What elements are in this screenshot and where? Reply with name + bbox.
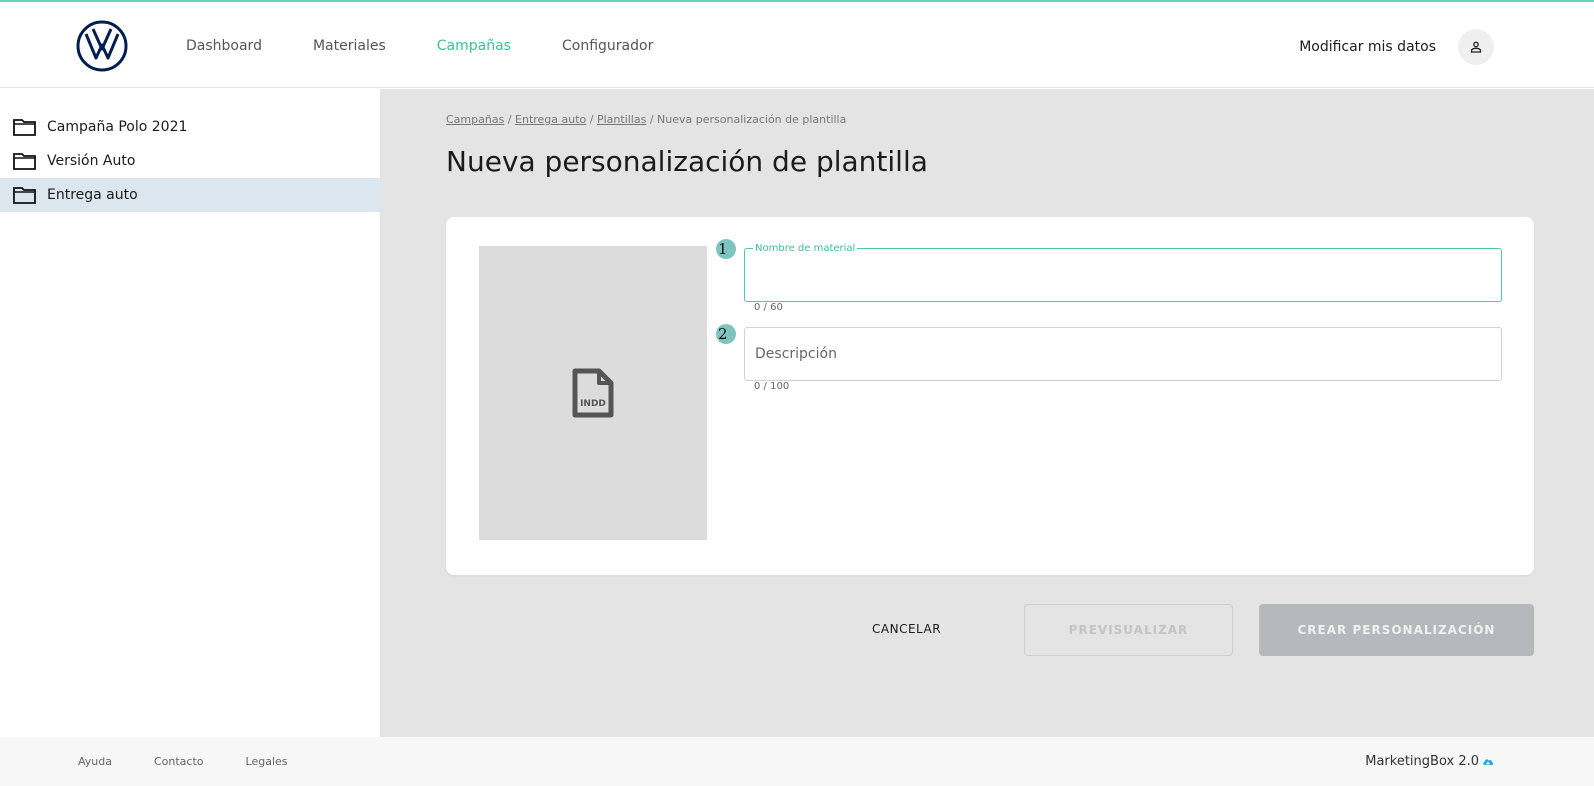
material-name-field[interactable]: Nombre de material [744,243,1502,302]
create-customization-button[interactable]: CREAR PERSONALIZACIÓN [1259,604,1534,656]
vw-logo[interactable] [76,20,128,72]
app-footer: Ayuda Contacto Legales MarketingBox 2.0 [0,737,1594,786]
folder-icon [13,187,36,204]
sidebar-item-label: Campaña Polo 2021 [47,119,188,135]
step-badge-1: 1 [716,239,736,259]
nav-materiales[interactable]: Materiales [313,38,386,54]
indd-label: INDD [580,399,606,409]
material-name-label: Nombre de material [753,243,858,254]
breadcrumb-separator: / [646,113,658,126]
description-field[interactable]: Descripción [744,327,1502,381]
main-nav: Dashboard Materiales Campañas Configurad… [186,38,704,54]
step-badge-2: 2 [716,324,736,344]
sidebar-item-label: Entrega auto [47,187,138,203]
sidebar: Campaña Polo 2021 Versión Auto Entrega a… [0,89,381,737]
template-preview: INDD [479,246,707,540]
sidebar-item-campana-polo-2021[interactable]: Campaña Polo 2021 [0,110,381,144]
description-counter: 0 / 100 [754,381,790,392]
cancel-button[interactable]: CANCELAR [872,622,941,636]
breadcrumb-link-campanas[interactable]: Campañas [446,113,504,126]
footer-links: Ayuda Contacto Legales [78,755,330,768]
breadcrumb-link-entrega-auto[interactable]: Entrega auto [515,113,586,126]
modify-profile-link[interactable]: Modificar mis datos [1299,39,1436,55]
nav-campanas[interactable]: Campañas [437,38,511,54]
sidebar-item-entrega-auto[interactable]: Entrega auto [0,178,381,212]
cloud-upload-icon [1483,758,1494,766]
folder-icon [13,119,36,136]
user-area: Modificar mis datos [1299,29,1494,65]
sidebar-item-label: Versión Auto [47,153,136,169]
main-content: Campañas / Entrega auto / Plantillas / N… [381,89,1594,737]
footer-link-legales[interactable]: Legales [246,755,288,768]
breadcrumb-separator: / [586,113,597,126]
preview-button[interactable]: PREVISUALIZAR [1024,604,1233,656]
person-icon [1470,41,1482,53]
description-placeholder: Descripción [755,346,837,362]
page-title: Nueva personalización de plantilla [446,145,928,178]
user-button[interactable] [1458,29,1494,65]
nav-dashboard[interactable]: Dashboard [186,38,262,54]
app-header: Dashboard Materiales Campañas Configurad… [0,2,1594,88]
breadcrumb-current: Nueva personalización de plantilla [657,113,847,126]
breadcrumb-link-plantillas[interactable]: Plantillas [597,113,646,126]
footer-link-contacto[interactable]: Contacto [154,755,204,768]
indd-file-icon: INDD [572,368,614,418]
sidebar-item-version-auto[interactable]: Versión Auto [0,144,381,178]
breadcrumb-separator: / [504,113,516,126]
footer-link-ayuda[interactable]: Ayuda [78,755,112,768]
brand-label: MarketingBox 2.0 [1365,754,1479,769]
breadcrumb: Campañas / Entrega auto / Plantillas / N… [446,113,846,126]
footer-brand: MarketingBox 2.0 [1365,754,1494,769]
folder-icon [13,153,36,170]
nav-configurador[interactable]: Configurador [562,38,653,54]
material-name-counter: 0 / 60 [754,302,783,313]
form-card: INDD 1 Nombre de material 0 / 60 2 Descr… [446,217,1534,575]
